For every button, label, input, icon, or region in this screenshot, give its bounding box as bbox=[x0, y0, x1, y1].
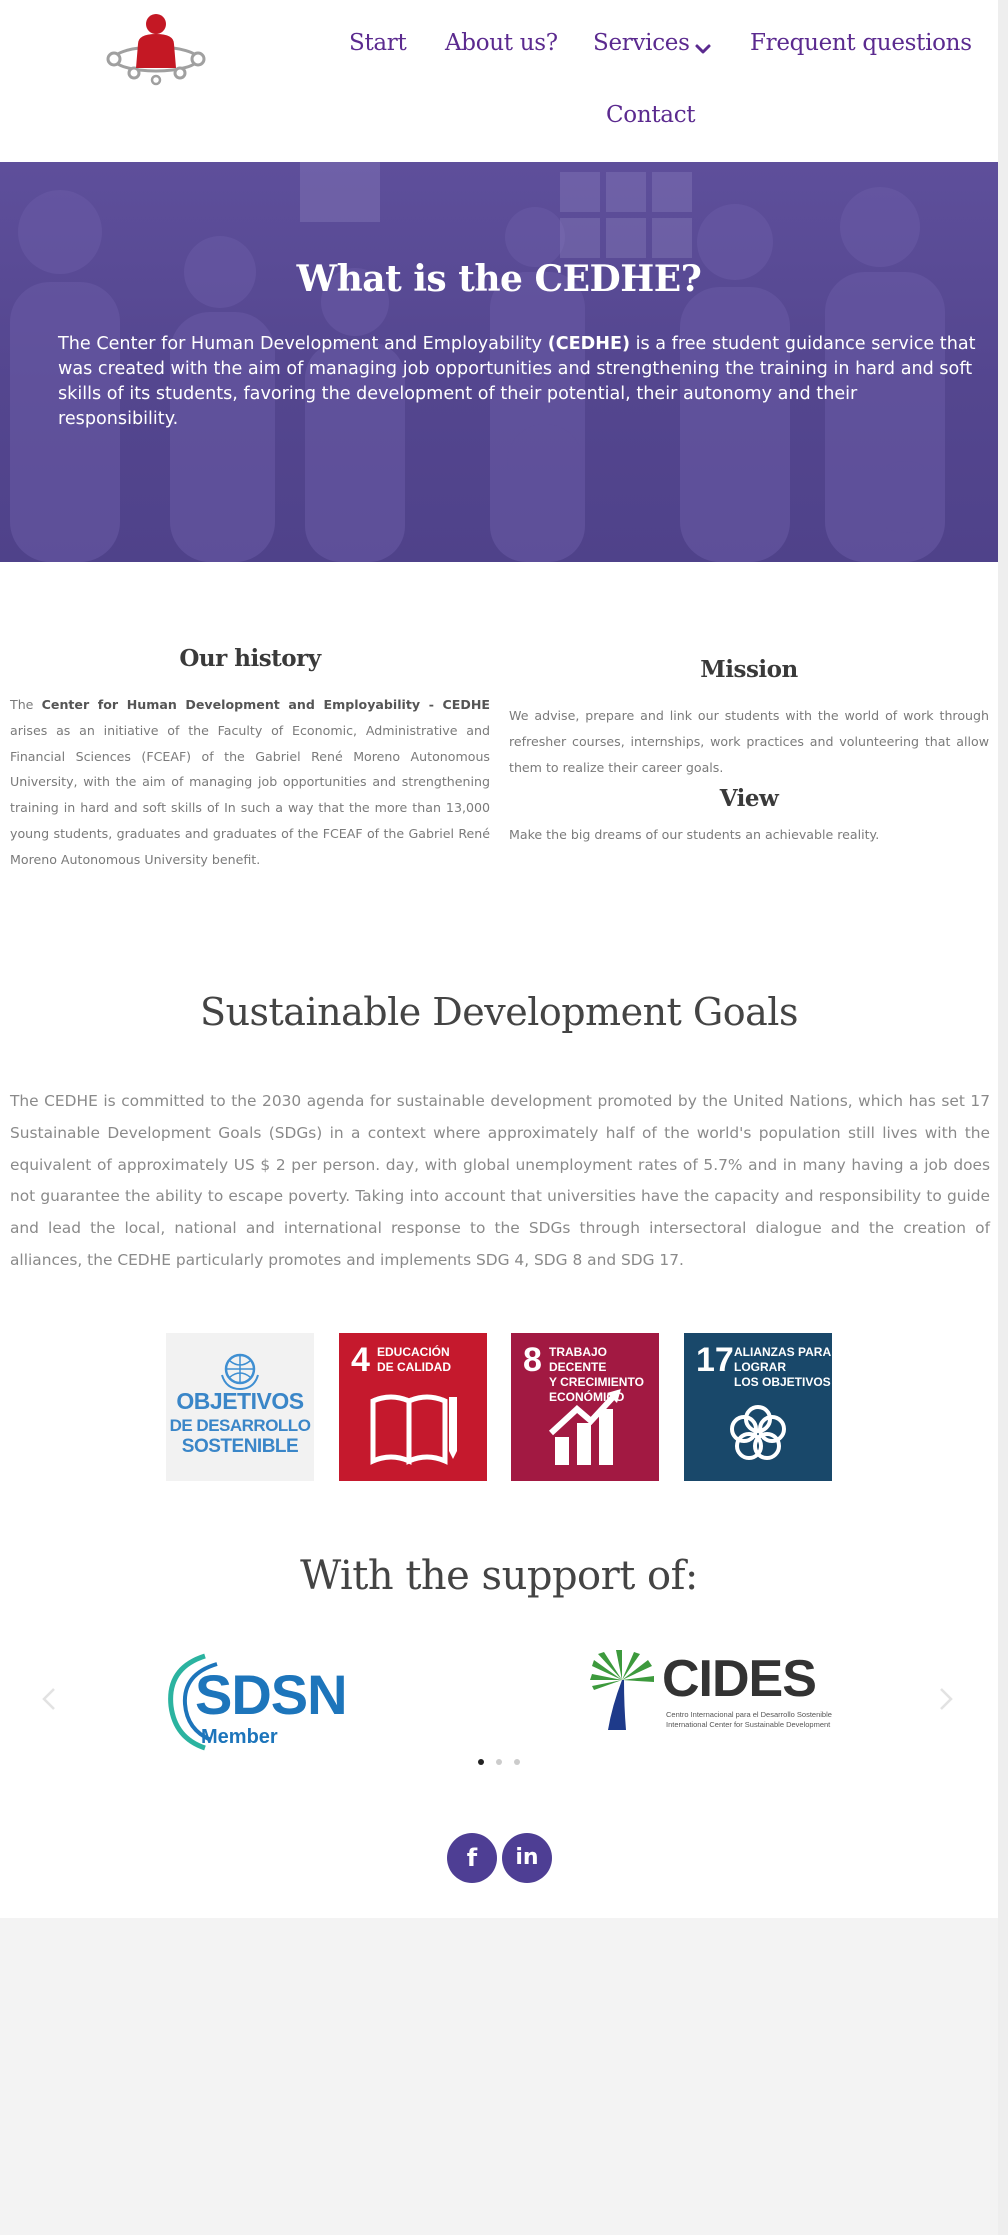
sdg-logo-line-2: DE DESARROLLO bbox=[169, 1416, 311, 1435]
mission-text: We advise, prepare and link our students… bbox=[509, 708, 989, 775]
nav-start[interactable]: Start bbox=[349, 30, 407, 56]
nav-about-us[interactable]: About us? bbox=[445, 30, 558, 56]
support-title: With the support of: bbox=[300, 1553, 698, 1599]
cides-logo[interactable]: CIDES Centro Internacional para el Desar… bbox=[590, 1650, 880, 1734]
sdg-tile-17: 17 ALIANZAS PARA LOGRAR LOS OBJETIVOS bbox=[684, 1333, 832, 1481]
hero-banner: What is the CEDHE? The Center for Human … bbox=[0, 162, 998, 562]
linkedin-icon: in bbox=[515, 1845, 539, 1870]
sdg-title: Sustainable Development Goals bbox=[200, 990, 798, 1034]
sdg-tile-4: 4 EDUCACIÓN DE CALIDAD bbox=[339, 1333, 487, 1481]
sdg-tile-logo: OBJETIVOS DE DESARROLLO SOSTENIBLE bbox=[166, 1333, 314, 1481]
sdg-logo-line-1: OBJETIVOS bbox=[176, 1388, 304, 1414]
hero-title: What is the CEDHE? bbox=[296, 258, 702, 300]
palm-tree-icon bbox=[590, 1650, 654, 1730]
sdg-logo-line-3: SOSTENIBLE bbox=[181, 1436, 299, 1457]
page: Start About us? Services Frequent questi… bbox=[0, 0, 998, 1918]
sdg-description: The CEDHE is committed to the 2030 agend… bbox=[10, 1092, 990, 1269]
history-text: The Center for Human Development and Emp… bbox=[10, 697, 490, 867]
carousel-prev-icon[interactable] bbox=[40, 1686, 60, 1712]
sdg-tile-8: 8 TRABAJO DECENTE Y CRECIMIENTO ECONÓMIC… bbox=[511, 1333, 659, 1481]
mission-title: Mission bbox=[700, 656, 798, 683]
facebook-icon: f bbox=[466, 1844, 478, 1872]
carousel-dot-2[interactable] bbox=[496, 1759, 502, 1765]
facebook-button[interactable]: f bbox=[447, 1833, 497, 1883]
growth-chart-icon bbox=[548, 1389, 621, 1465]
cedhe-logo[interactable] bbox=[104, 10, 208, 86]
nav-services[interactable]: Services bbox=[593, 30, 690, 56]
history-title: Our history bbox=[179, 645, 321, 672]
scrollbar[interactable] bbox=[998, 0, 1008, 2235]
view-text: Make the big dreams of our students an a… bbox=[509, 827, 880, 842]
flower-icon bbox=[730, 1405, 786, 1460]
site-header: Start About us? Services Frequent questi… bbox=[0, 0, 998, 162]
cides-wordmark: CIDES bbox=[662, 1650, 817, 1708]
hero-description: The Center for Human Development and Emp… bbox=[58, 334, 976, 429]
sdsn-member-label: Member bbox=[201, 1726, 278, 1748]
view-title: View bbox=[719, 785, 779, 812]
cides-subtitle-es: Centro Internacional para el Desarrollo … bbox=[666, 1710, 832, 1719]
cides-subtitle-en: International Center for Sustainable Dev… bbox=[666, 1720, 831, 1729]
book-icon bbox=[370, 1394, 457, 1465]
chevron-down-icon[interactable] bbox=[692, 38, 714, 60]
linkedin-button[interactable]: in bbox=[502, 1833, 552, 1883]
sdsn-wordmark: SDSN bbox=[195, 1663, 348, 1726]
sdsn-logo[interactable]: SDSN Member bbox=[165, 1648, 355, 1758]
carousel-next-icon[interactable] bbox=[935, 1686, 955, 1712]
carousel-dot-1[interactable] bbox=[478, 1759, 484, 1765]
nav-contact[interactable]: Contact bbox=[606, 102, 696, 128]
nav-frequent-questions[interactable]: Frequent questions bbox=[750, 30, 972, 56]
carousel-dot-3[interactable] bbox=[514, 1759, 520, 1765]
